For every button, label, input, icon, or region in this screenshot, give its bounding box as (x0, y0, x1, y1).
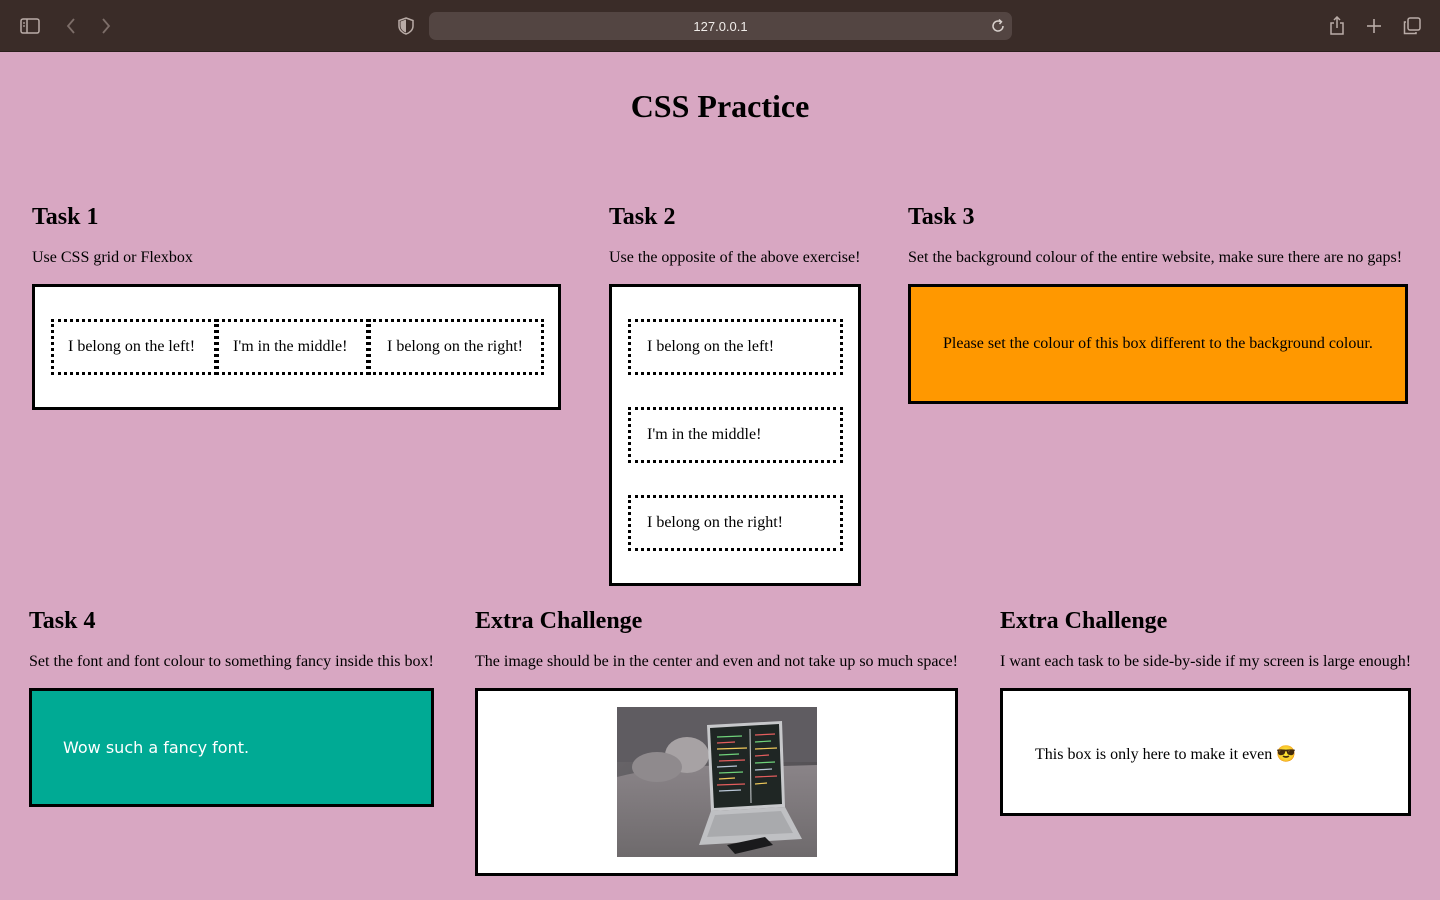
task-1-heading: Task 1 (32, 204, 99, 230)
task-1-item-middle-text: I'm in the middle! (233, 338, 348, 355)
chevron-right-icon[interactable] (94, 14, 118, 38)
extra-challenge-image-section: Extra Challenge The image should be in t… (475, 607, 958, 876)
tab-overview-icon[interactable] (1400, 14, 1424, 38)
task-1-item-middle: I'm in the middle! (216, 319, 369, 375)
url-text: 127.0.0.1 (693, 18, 748, 34)
task-2-item-left: I belong on the left! (628, 319, 843, 375)
task-2-description: Use the opposite of the above exercise! (609, 249, 861, 266)
task-3-box-text: Please set the colour of this box differ… (943, 335, 1373, 352)
task-4-description: Set the font and font colour to somethin… (29, 653, 434, 670)
task-1-item-right-text: I belong on the right! (387, 338, 523, 355)
task-1-section: Task 1 Use CSS grid or Flexbox I belong … (32, 203, 561, 410)
extra-challenge-layout-box-text: This box is only here to make it even 😎 (1035, 746, 1297, 763)
task-4-box-text: Wow such a fancy font. (63, 738, 250, 757)
browser-toolbar: 127.0.0.1 (0, 0, 1440, 52)
task-1-item-right: I belong on the right! (368, 319, 544, 375)
task-1-description: Use CSS grid or Flexbox (32, 249, 193, 266)
extra-challenge-image-heading: Extra Challenge (475, 608, 643, 634)
page-title: CSS Practice (630, 88, 810, 124)
task-3-section: Task 3 Set the background colour of the … (908, 203, 1408, 404)
address-bar[interactable]: 127.0.0.1 (429, 12, 1012, 40)
task-1-box: I belong on the left! I'm in the middle!… (32, 284, 561, 410)
extra-challenge-image-box (475, 688, 958, 876)
task-4-section: Task 4 Set the font and font colour to s… (29, 607, 434, 807)
share-icon[interactable] (1325, 14, 1349, 38)
task-2-heading: Task 2 (609, 204, 676, 230)
task-2-item-right-text: I belong on the right! (647, 514, 783, 531)
task-1-item-left: I belong on the left! (51, 319, 217, 375)
reload-icon[interactable] (990, 18, 1006, 34)
sidebar-icon[interactable] (18, 14, 42, 38)
extra-challenge-layout-section: Extra Challenge I want each task to be s… (1000, 607, 1411, 816)
task-4-box: Wow such a fancy font. (29, 688, 434, 807)
task-1-item-left-text: I belong on the left! (68, 338, 196, 355)
task-2-box: I belong on the left! I'm in the middle!… (609, 284, 861, 586)
extra-challenge-layout-description: I want each task to be side-by-side if m… (1000, 653, 1412, 670)
plus-icon[interactable] (1362, 14, 1386, 38)
task-3-description: Set the background colour of the entire … (908, 249, 1403, 266)
extra-challenge-image-description: The image should be in the center and ev… (475, 653, 958, 670)
extra-challenge-layout-box: This box is only here to make it even 😎 (1000, 688, 1411, 816)
chevron-left-icon[interactable] (59, 14, 83, 38)
shield-icon[interactable] (394, 14, 418, 38)
task-2-item-middle: I'm in the middle! (628, 407, 843, 463)
task-2-item-right: I belong on the right! (628, 495, 843, 551)
task-2-item-middle-text: I'm in the middle! (647, 426, 762, 443)
laptop-image (617, 707, 817, 857)
task-2-section: Task 2 Use the opposite of the above exe… (609, 203, 861, 586)
task-3-box: Please set the colour of this box differ… (908, 284, 1408, 404)
task-4-heading: Task 4 (29, 608, 96, 634)
task-2-item-left-text: I belong on the left! (647, 338, 775, 355)
task-3-heading: Task 3 (908, 204, 975, 230)
extra-challenge-layout-heading: Extra Challenge (1000, 608, 1168, 634)
